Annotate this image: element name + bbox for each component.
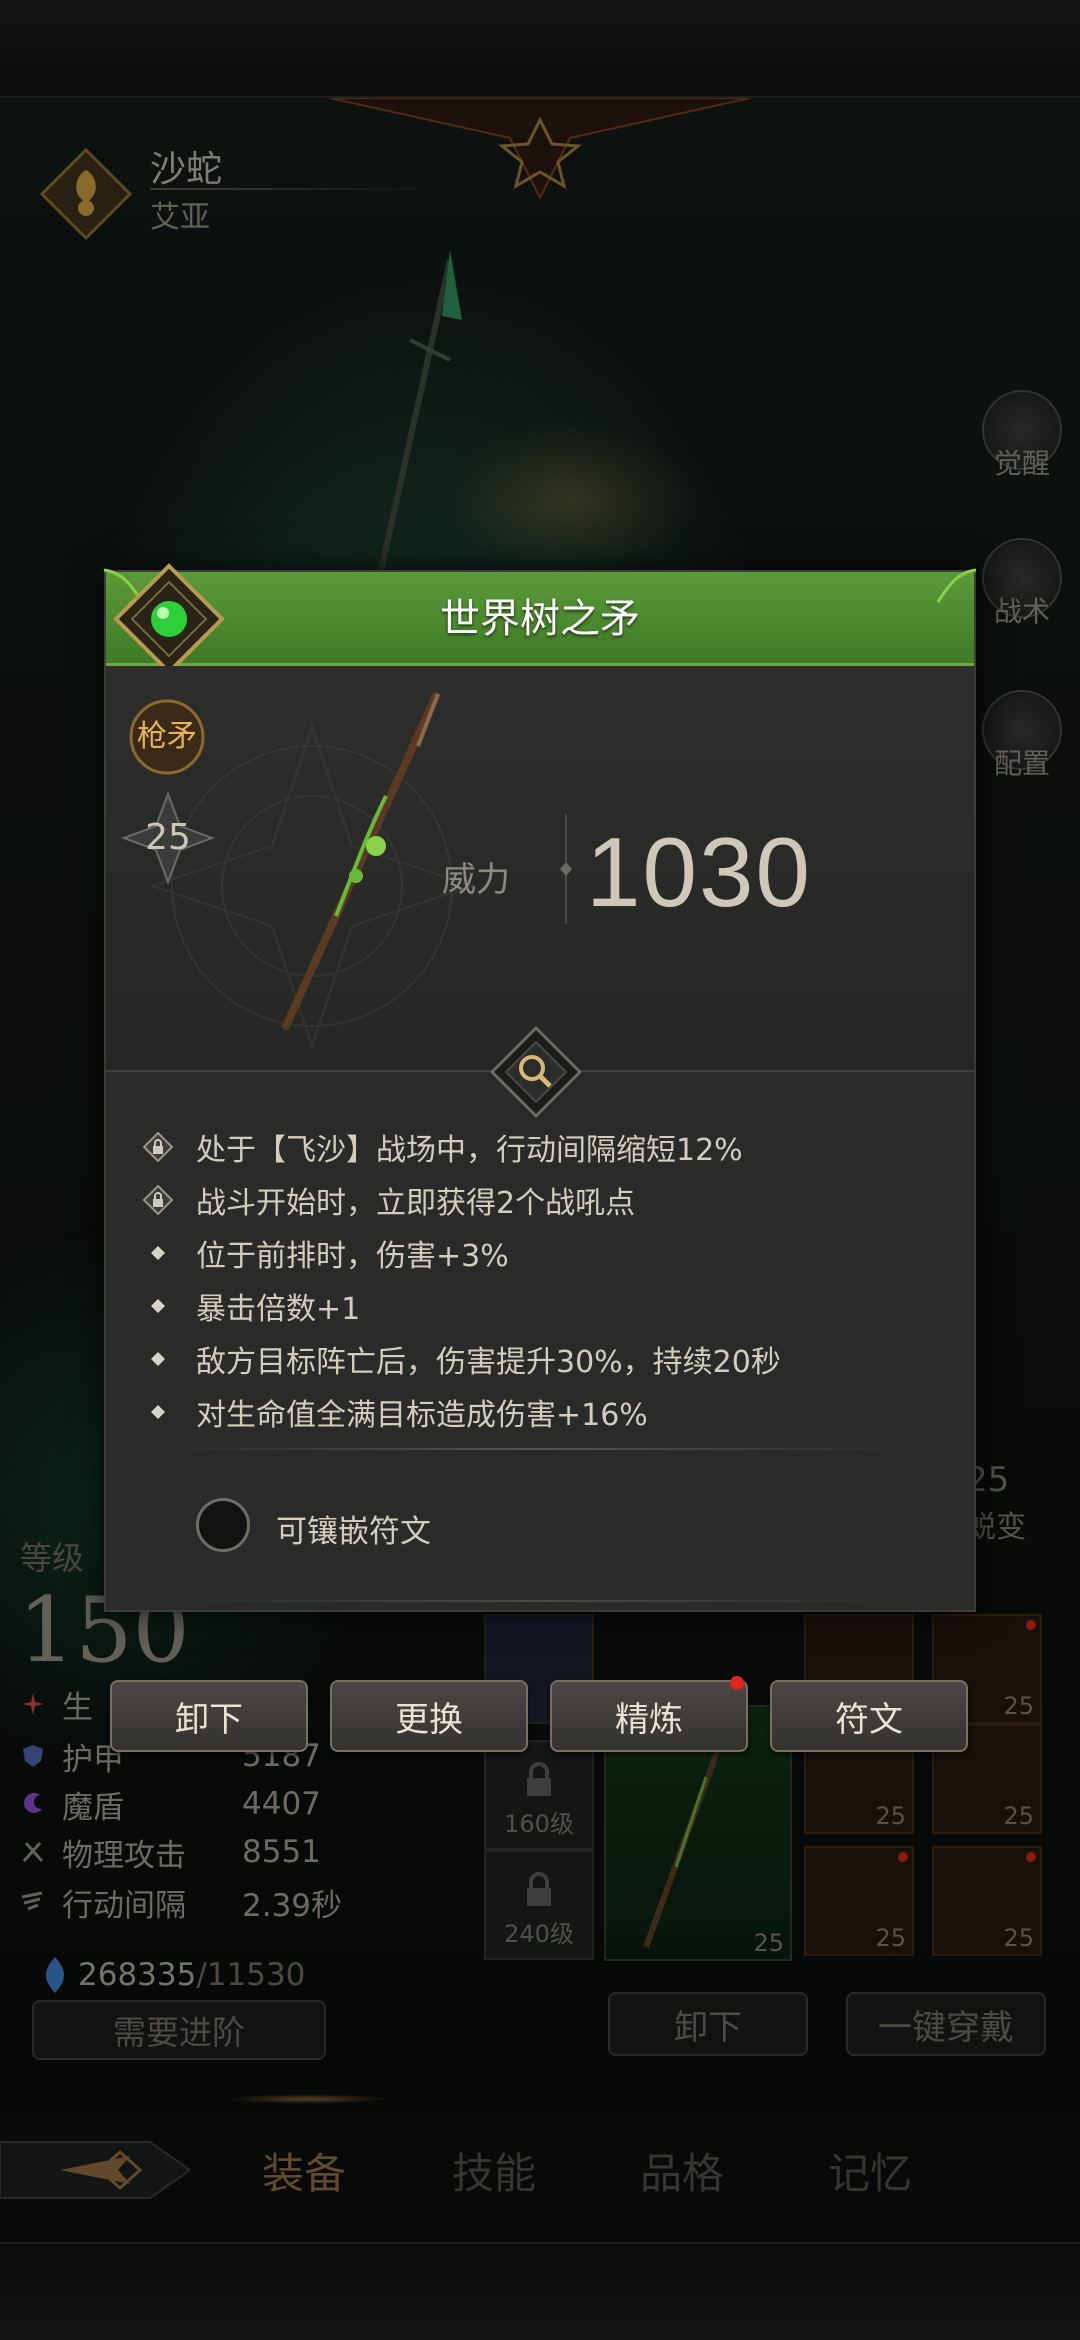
refine-button[interactable]: 精炼 [550, 1676, 748, 1752]
effect-text: 位于前排时，伤害+3% [196, 1238, 509, 1274]
unequip-label: 卸下 [175, 1699, 243, 1740]
effect-list: 处于【飞沙】战场中，行动间隔缩短12% 战斗开始时，立即获得2个战吼点 位于前排… [142, 1120, 942, 1438]
diamond-bullet-icon [142, 1290, 174, 1322]
effect-text: 战斗开始时，立即获得2个战吼点 [196, 1185, 636, 1221]
item-title: 世界树之矛 [440, 596, 640, 642]
weapon-panel: 枪矛 25 威力 1030 [106, 666, 974, 1072]
effect-item: 对生命值全满目标造成伤害+16% [142, 1385, 942, 1438]
effect-text: 处于【飞沙】战场中，行动间隔缩短12% [196, 1132, 743, 1168]
diamond-bullet-icon [142, 1237, 174, 1269]
power-label: 威力 [442, 860, 510, 900]
diamond-bullet-icon [142, 1343, 174, 1375]
power-separator [560, 814, 572, 924]
effect-item: 位于前排时，伤害+3% [142, 1226, 942, 1279]
rune-button[interactable]: 符文 [770, 1680, 968, 1752]
weapon-type: 枪矛 [137, 719, 197, 754]
diamond-bullet-icon [142, 1396, 174, 1428]
weapon-level: 25 [145, 817, 191, 858]
effect-text: 暴击倍数+1 [196, 1291, 361, 1327]
item-detail-modal: 世界树之矛 枪矛 25 威力 1030 处于【飞沙】战场中，行动间隔缩短12% … [103, 563, 977, 1612]
notify-dot [730, 1676, 744, 1690]
unequip-button[interactable]: 卸下 [110, 1680, 308, 1752]
effect-text: 对生命值全满目标造成伤害+16% [196, 1397, 648, 1433]
divider [166, 1448, 906, 1450]
lock-icon [142, 1184, 174, 1216]
power-value: 1030 [586, 817, 813, 927]
replace-button[interactable]: 更换 [330, 1680, 528, 1752]
refine-label: 精炼 [615, 1699, 683, 1740]
divider [176, 1600, 896, 1602]
lock-icon [142, 1131, 174, 1163]
magnify-icon[interactable] [488, 1024, 584, 1120]
replace-label: 更换 [395, 1699, 463, 1740]
rune-label: 可镶嵌符文 [276, 1514, 431, 1550]
green-gem-icon [113, 563, 225, 675]
effect-item: 战斗开始时，立即获得2个战吼点 [142, 1173, 942, 1226]
rune-button-label: 符文 [835, 1699, 903, 1740]
effect-item: 敌方目标阵亡后，伤害提升30%，持续20秒 [142, 1332, 942, 1385]
rune-socket[interactable] [196, 1498, 250, 1552]
effect-item: 暴击倍数+1 [142, 1279, 942, 1332]
effect-text: 敌方目标阵亡后，伤害提升30%，持续20秒 [196, 1344, 781, 1380]
effect-item: 处于【飞沙】战场中，行动间隔缩短12% [142, 1120, 942, 1173]
